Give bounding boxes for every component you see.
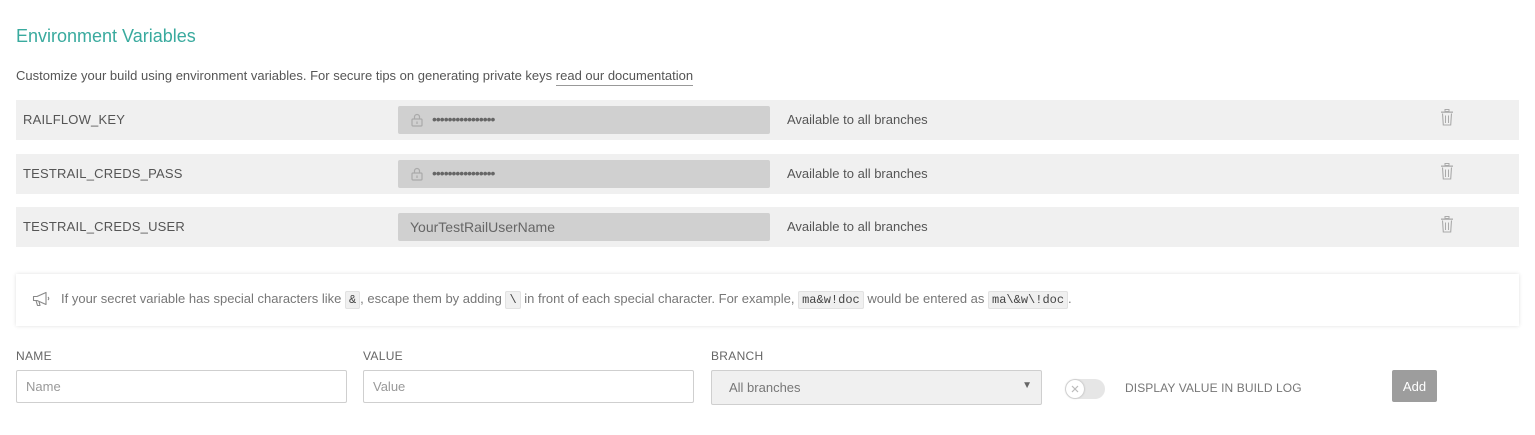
add-button[interactable]: Add bbox=[1392, 370, 1437, 402]
branch-select[interactable]: All branches ▼ bbox=[711, 370, 1042, 405]
trash-icon[interactable] bbox=[1440, 109, 1454, 126]
notice-text-part: . bbox=[1068, 291, 1072, 306]
env-var-row: RAILFLOW_KEY •••••••••••••••• Available … bbox=[16, 100, 1519, 140]
env-var-branch: Available to all branches bbox=[787, 219, 928, 234]
branch-select-value: All branches bbox=[729, 380, 801, 395]
section-title: Environment Variables bbox=[16, 26, 196, 46]
env-var-name: RAILFLOW_KEY bbox=[23, 112, 126, 127]
x-icon bbox=[1071, 385, 1079, 393]
lock-icon bbox=[411, 167, 423, 181]
documentation-link[interactable]: read our documentation bbox=[555, 68, 694, 86]
notice-text-part: , escape them by adding bbox=[360, 291, 506, 306]
code-example-escaped: ma\&w\!doc bbox=[988, 291, 1069, 309]
caret-down-icon: ▼ bbox=[1022, 380, 1032, 391]
code-backslash: \ bbox=[505, 291, 521, 309]
env-var-value-plain: YourTestRailUserName bbox=[398, 213, 770, 241]
toggle-knob bbox=[1066, 380, 1084, 398]
env-var-value-masked: •••••••••••••••• bbox=[398, 160, 770, 188]
name-label: NAME bbox=[16, 349, 52, 363]
trash-icon[interactable] bbox=[1440, 216, 1454, 233]
env-var-value-masked: •••••••••••••••• bbox=[398, 106, 770, 134]
env-var-name: TESTRAIL_CREDS_USER bbox=[23, 219, 186, 234]
env-var-name: TESTRAIL_CREDS_PASS bbox=[23, 166, 183, 181]
code-example-raw: ma&w!doc bbox=[798, 291, 864, 309]
value-label: VALUE bbox=[363, 349, 403, 363]
env-var-row: TESTRAIL_CREDS_PASS •••••••••••••••• Ava… bbox=[16, 154, 1519, 194]
plain-value: YourTestRailUserName bbox=[410, 219, 555, 235]
env-var-branch: Available to all branches bbox=[787, 166, 928, 181]
env-var-branch: Available to all branches bbox=[787, 112, 928, 127]
display-value-toggle[interactable] bbox=[1065, 379, 1105, 399]
masked-value: •••••••••••••••• bbox=[432, 111, 495, 127]
env-var-row: TESTRAIL_CREDS_USER YourTestRailUserName… bbox=[16, 207, 1519, 247]
code-ampersand: & bbox=[344, 291, 361, 309]
branch-label: BRANCH bbox=[711, 349, 764, 363]
notice-text-part: in front of each special character. For … bbox=[520, 291, 799, 306]
name-input[interactable] bbox=[16, 370, 347, 403]
value-input[interactable] bbox=[363, 370, 694, 403]
notice-text: If your secret variable has special char… bbox=[61, 291, 1072, 309]
trash-icon[interactable] bbox=[1440, 163, 1454, 180]
description-text: Customize your build using environment v… bbox=[16, 68, 556, 83]
notice-text-part: If your secret variable has special char… bbox=[61, 291, 345, 306]
special-characters-notice: If your secret variable has special char… bbox=[16, 274, 1519, 326]
masked-value: •••••••••••••••• bbox=[432, 165, 495, 181]
display-value-label: DISPLAY VALUE IN BUILD LOG bbox=[1125, 381, 1302, 395]
lock-icon bbox=[411, 113, 423, 127]
section-description: Customize your build using environment v… bbox=[16, 68, 694, 86]
notice-text-part: would be entered as bbox=[863, 291, 989, 306]
megaphone-icon bbox=[32, 291, 50, 307]
